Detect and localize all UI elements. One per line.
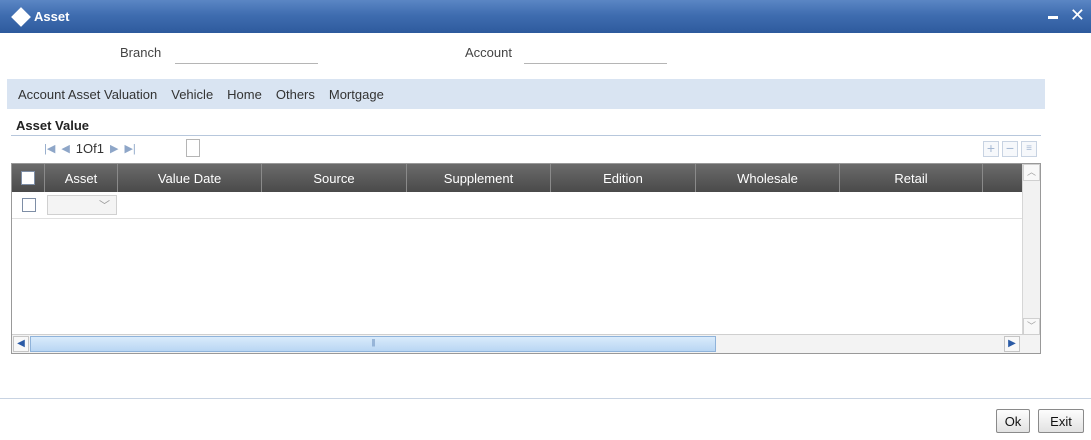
delete-row-icon[interactable]: −	[1002, 141, 1018, 157]
view-row-icon[interactable]: ≡	[1021, 141, 1037, 157]
tab-strip: Account Asset Valuation Vehicle Home Oth…	[7, 79, 1045, 109]
scroll-right-icon[interactable]: ▶	[1004, 336, 1020, 352]
select-all-checkbox[interactable]	[21, 171, 35, 185]
col-header-asset[interactable]: Asset	[45, 164, 118, 192]
horizontal-scroll-thumb[interactable]	[30, 336, 716, 352]
prev-page-icon[interactable]: ◀	[61, 142, 69, 155]
close-icon[interactable]: ✕	[1070, 6, 1085, 24]
chevron-down-icon: ﹀	[99, 200, 110, 212]
horizontal-scrollbar[interactable]: ◀ ▶	[12, 334, 1040, 353]
asset-select[interactable]: ﹀	[47, 195, 117, 215]
row-checkbox[interactable]	[21, 198, 36, 212]
footer-divider	[0, 398, 1091, 399]
grid-header-row: Asset Value Date Source Supplement Editi…	[12, 164, 1022, 192]
ok-button[interactable]: Ok	[996, 409, 1030, 433]
branch-label: Branch	[120, 45, 162, 60]
pager: |◀ ◀ 1Of1 ▶ ▶|	[44, 139, 200, 157]
window-titlebar: Asset ✕	[0, 0, 1091, 33]
section-title: Asset Value	[16, 118, 89, 133]
table-row[interactable]: ﹀	[12, 192, 1022, 219]
last-page-icon[interactable]: ▶|	[124, 142, 135, 155]
tab-others[interactable]: Others	[276, 87, 315, 102]
first-page-icon[interactable]: |◀	[44, 142, 55, 155]
col-header-extra	[983, 164, 1018, 192]
branch-field[interactable]	[175, 42, 318, 64]
col-header-edition[interactable]: Edition	[551, 164, 696, 192]
col-header-value-date[interactable]: Value Date	[118, 164, 262, 192]
exit-button[interactable]: Exit	[1038, 409, 1084, 433]
add-row-icon[interactable]: +	[983, 141, 999, 157]
scroll-down-icon[interactable]: ﹀	[1023, 318, 1040, 335]
col-header-wholesale[interactable]: Wholesale	[696, 164, 840, 192]
page-jump-input[interactable]	[185, 139, 200, 157]
tab-vehicle[interactable]: Vehicle	[171, 87, 213, 102]
minimize-icon[interactable]	[1044, 6, 1062, 24]
asset-value-grid: Asset Value Date Source Supplement Editi…	[11, 163, 1041, 354]
col-header-source[interactable]: Source	[262, 164, 407, 192]
window-title: Asset	[34, 9, 70, 24]
account-label: Account	[465, 45, 512, 60]
tab-account-asset-valuation[interactable]: Account Asset Valuation	[18, 87, 157, 102]
account-field[interactable]	[524, 42, 667, 64]
app-diamond-icon	[11, 6, 31, 27]
page-indicator: 1Of1	[75, 140, 104, 156]
section-divider	[11, 135, 1041, 136]
scroll-left-icon[interactable]: ◀	[13, 336, 29, 352]
tab-home[interactable]: Home	[227, 87, 262, 102]
select-all-cell	[12, 164, 45, 192]
col-header-retail[interactable]: Retail	[840, 164, 983, 192]
vertical-scrollbar[interactable]: ︿ ﹀	[1022, 164, 1040, 335]
col-header-supplement[interactable]: Supplement	[407, 164, 551, 192]
grid-toolbar: + − ≡	[983, 141, 1037, 157]
tab-mortgage[interactable]: Mortgage	[329, 87, 384, 102]
scroll-up-icon[interactable]: ︿	[1023, 164, 1040, 181]
next-page-icon[interactable]: ▶	[110, 142, 118, 155]
